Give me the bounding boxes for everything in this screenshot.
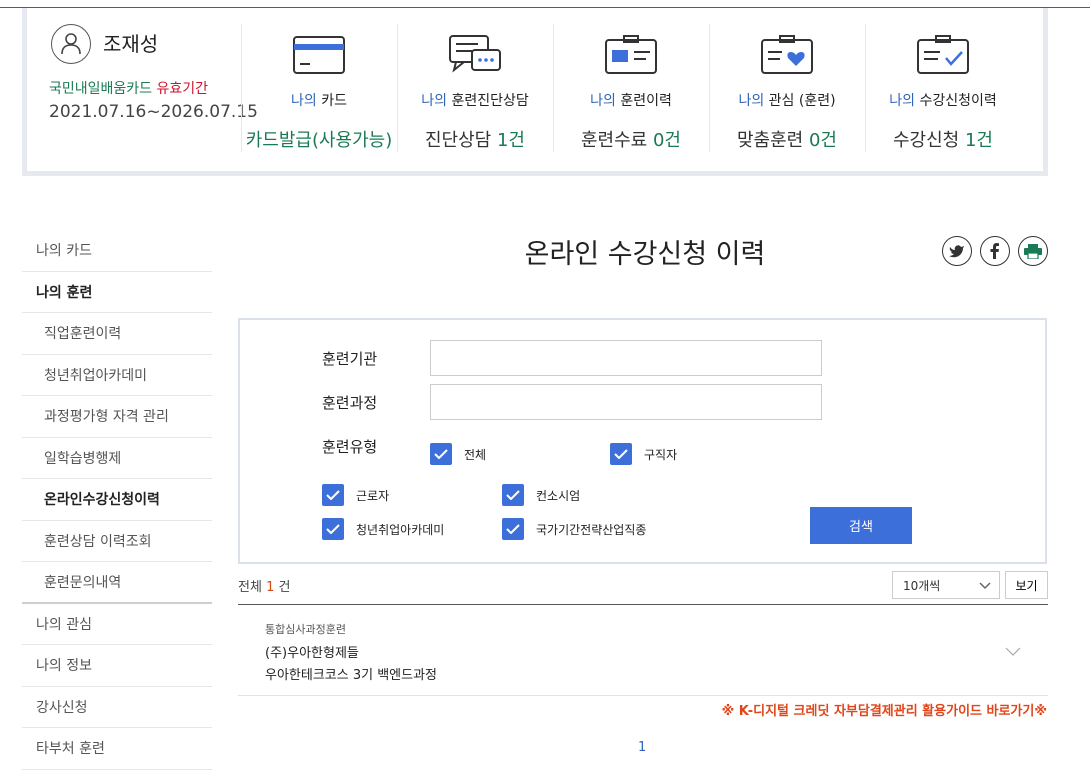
sidebar-item-job-training-history[interactable]: 직업훈련이력 <box>22 313 212 355</box>
pagination-page[interactable]: 1 <box>638 740 646 755</box>
user-avatar-icon <box>51 24 91 64</box>
user-name: 조재성 <box>103 32 159 56</box>
twitter-icon[interactable] <box>942 236 972 266</box>
view-button[interactable]: 보기 <box>1005 571 1048 599</box>
stat-value: 맞춤훈련 <box>737 130 809 151</box>
item-course: 우아한테크코스 3기 백엔드과정 <box>265 668 438 683</box>
sidebar-item-my-info[interactable]: 나의 정보 <box>22 645 212 687</box>
item-org: (주)우아한형제들 <box>265 646 359 661</box>
stat-label: 훈련진단상담 <box>451 93 529 109</box>
chevron-down-icon <box>979 582 991 590</box>
stat-count: 0건 <box>808 130 837 151</box>
checklist-icon <box>917 35 969 74</box>
page-title: 온라인 수강신청 이력 <box>524 239 766 270</box>
type-label-jobseeker: 구직자 <box>644 447 678 462</box>
print-icon[interactable] <box>1018 236 1048 266</box>
stat-value: 훈련수료 <box>581 130 653 151</box>
org-input[interactable] <box>430 340 822 376</box>
sidebar-item-course-evaluation[interactable]: 과정평가형 자격 관리 <box>22 396 212 438</box>
type-label-worker: 근로자 <box>356 488 390 503</box>
stat-count: 1건 <box>496 130 525 151</box>
type-checkbox-jobseeker[interactable]: 구직자 <box>610 443 677 465</box>
type-label-all: 전체 <box>464 447 487 462</box>
stat-enrollment[interactable]: 나의 수강신청이력 수강신청 1건 <box>865 24 1020 152</box>
checkbox-checked-icon <box>322 484 344 506</box>
course-label: 훈련과정 <box>322 394 378 412</box>
stat-count: 0건 <box>652 130 681 151</box>
stat-prefix: 나의 <box>421 93 448 109</box>
chevron-down-icon[interactable] <box>1004 645 1022 657</box>
type-checkbox-worker[interactable]: 근로자 <box>322 484 389 506</box>
sidebar-item-work-learning[interactable]: 일학습병행제 <box>22 438 212 479</box>
type-label: 훈련유형 <box>322 438 378 456</box>
card-name: 국민내일배움카드 <box>49 81 153 97</box>
sidebar-item-my-card[interactable]: 나의 카드 <box>22 230 212 272</box>
stat-label: 카드 <box>321 93 347 109</box>
kdigital-guide-link[interactable]: ※ K-디지털 크레딧 자부담결제관리 활용가이드 바로가기※ <box>722 700 1047 719</box>
sidebar-item-my-interest[interactable]: 나의 관심 <box>22 604 212 645</box>
search-panel: 훈련기관 훈련과정 훈련유형 전체 구직자 근로자 컨소시엄 청년취업아카데미 … <box>238 318 1047 564</box>
type-label-youth-academy: 청년취업아카데미 <box>356 522 445 537</box>
search-button[interactable]: 검색 <box>810 507 912 544</box>
my-summary-panel: 조재성 국민내일배움카드 유효기간 2021.07.16~2026.07.15 … <box>22 8 1048 176</box>
sidebar-item-other-ministry[interactable]: 타부처 훈련 <box>22 728 212 770</box>
checkbox-checked-icon <box>502 484 524 506</box>
stat-prefix: 나의 <box>291 93 317 109</box>
stat-history[interactable]: 나의 훈련이력 훈련수료 0건 <box>553 24 708 152</box>
checkbox-checked-icon <box>502 518 524 540</box>
type-checkbox-youth-academy[interactable]: 청년취업아카데미 <box>322 518 444 540</box>
stat-interest[interactable]: 나의 관심 (훈련) 맞춤훈련 0건 <box>709 24 864 152</box>
stat-label: 관심 (훈련) <box>768 93 836 109</box>
valid-label: 유효기간 <box>156 81 209 97</box>
sidebar-nav: 나의 카드 나의 훈련 직업훈련이력 청년취업아카데미 과정평가형 자격 관리 … <box>22 230 212 770</box>
card-validity-title: 국민내일배움카드 유효기간 <box>49 78 208 98</box>
sidebar-item-instructor[interactable]: 강사신청 <box>22 687 212 728</box>
type-checkbox-all[interactable]: 전체 <box>430 443 486 465</box>
stat-label: 수강신청이력 <box>919 93 997 109</box>
valid-period: 2021.07.16~2026.07.15 <box>49 102 258 122</box>
total-number: 1 <box>266 580 275 595</box>
chat-icon <box>449 35 501 73</box>
type-checkbox-national-strategic[interactable]: 국가기간전략산업직종 <box>502 518 646 540</box>
stat-label: 훈련이력 <box>620 93 672 109</box>
card-icon <box>293 36 345 74</box>
type-label-consortium: 컨소시엄 <box>536 488 581 503</box>
stat-consulting[interactable]: 나의 훈련진단상담 진단상담 1건 <box>397 24 552 152</box>
type-label-national-strategic: 국가기간전략산업직종 <box>536 522 647 537</box>
sidebar-item-youth-academy[interactable]: 청년취업아카데미 <box>22 355 212 396</box>
item-category: 통합심사과정훈련 <box>265 623 346 636</box>
per-page-value: 10개씩 <box>903 578 941 593</box>
stat-prefix: 나의 <box>590 93 616 109</box>
history-icon <box>605 35 657 74</box>
sidebar-item-inquiry[interactable]: 훈련문의내역 <box>22 562 212 604</box>
list-item[interactable]: 통합심사과정훈련 (주)우아한형제들 우아한테크코스 3기 백엔드과정 <box>238 605 1048 696</box>
stat-value: 카드발급(사용가능) <box>245 130 393 151</box>
checkbox-checked-icon <box>610 443 632 465</box>
sidebar-item-my-training[interactable]: 나의 훈련 <box>22 272 212 313</box>
sidebar-item-online-enrollment[interactable]: 온라인수강신청이력 <box>22 479 212 521</box>
stat-my-card[interactable]: 나의 카드 카드발급(사용가능) <box>241 24 396 152</box>
facebook-icon[interactable] <box>980 236 1010 266</box>
org-label: 훈련기관 <box>322 350 378 368</box>
sidebar-item-consulting-history[interactable]: 훈련상담 이력조회 <box>22 521 212 562</box>
course-input[interactable] <box>430 384 822 420</box>
total-prefix: 전체 <box>238 580 262 595</box>
per-page-select[interactable]: 10개씩 <box>892 571 1000 599</box>
type-checkbox-consortium[interactable]: 컨소시엄 <box>502 484 580 506</box>
stat-count: 1건 <box>964 130 993 151</box>
total-count: 전체 1 건 <box>238 576 290 595</box>
stat-prefix: 나의 <box>738 93 765 109</box>
checkbox-checked-icon <box>430 443 452 465</box>
stat-value: 수강신청 <box>893 130 965 151</box>
total-suffix: 건 <box>278 580 291 595</box>
checkbox-checked-icon <box>322 518 344 540</box>
stat-prefix: 나의 <box>889 93 916 109</box>
stat-value: 진단상담 <box>425 130 497 151</box>
heart-card-icon <box>761 35 813 74</box>
